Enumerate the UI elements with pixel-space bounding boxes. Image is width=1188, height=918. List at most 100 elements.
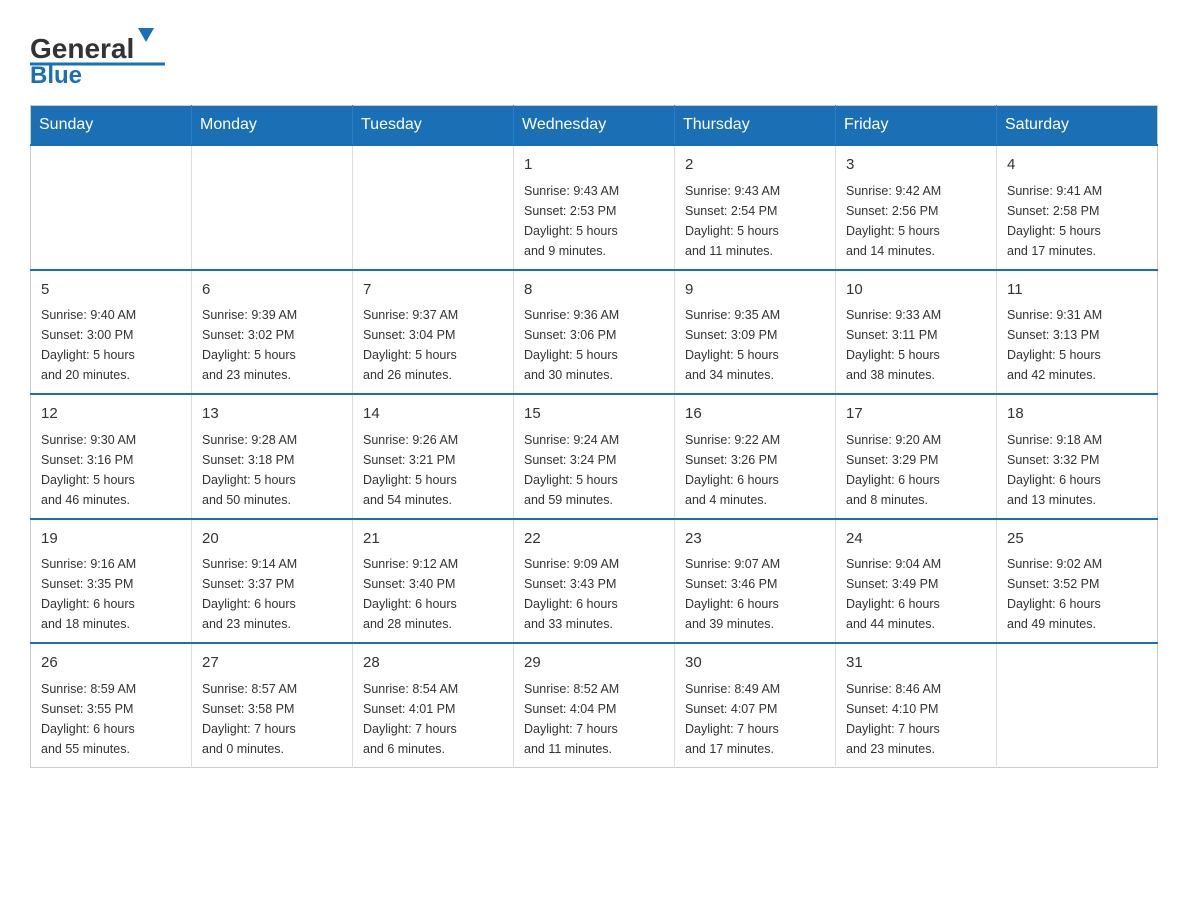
page-header: General Blue xyxy=(30,20,1158,85)
day-info: Sunrise: 9:43 AM Sunset: 2:53 PM Dayligh… xyxy=(524,181,664,261)
day-info: Sunrise: 8:49 AM Sunset: 4:07 PM Dayligh… xyxy=(685,679,825,759)
day-info: Sunrise: 8:57 AM Sunset: 3:58 PM Dayligh… xyxy=(202,679,342,759)
day-number: 16 xyxy=(685,403,825,426)
calendar-day-27: 27 Sunrise: 8:57 AM Sunset: 3:58 PM Dayli… xyxy=(192,643,353,767)
day-number: 5 xyxy=(41,279,181,302)
calendar-day-31: 31Sunrise: 8:46 AM Sunset: 4:10 PM Dayli… xyxy=(836,643,997,767)
calendar-day-13: 13 Sunrise: 9:28 AM Sunset: 3:18 PM Dayli… xyxy=(192,394,353,519)
calendar-day-11: 11 Sunrise: 9:31 AM Sunset: 3:13 PM Dayli… xyxy=(997,270,1158,395)
day-number: 27 xyxy=(202,652,342,675)
day-number: 11 xyxy=(1007,279,1147,302)
day-number: 24 xyxy=(846,528,986,551)
day-info: Sunrise: 9:36 AM Sunset: 3:06 PM Dayligh… xyxy=(524,305,664,385)
day-info: Sunrise: 9:09 AM Sunset: 3:43 PM Dayligh… xyxy=(524,554,664,634)
calendar-day-2: 2Sunrise: 9:43 AM Sunset: 2:54 PM Daylig… xyxy=(675,145,836,270)
calendar-week-row: 5Sunrise: 9:40 AM Sunset: 3:00 PM Daylig… xyxy=(31,270,1158,395)
calendar-day-18: 18 Sunrise: 9:18 AM Sunset: 3:32 PM Dayli… xyxy=(997,394,1158,519)
day-number: 6 xyxy=(202,279,342,302)
day-number: 20 xyxy=(202,528,342,551)
calendar-day-30: 30 Sunrise: 8:49 AM Sunset: 4:07 PM Dayli… xyxy=(675,643,836,767)
day-number: 30 xyxy=(685,652,825,675)
day-number: 15 xyxy=(524,403,664,426)
day-info: Sunrise: 9:26 AM Sunset: 3:21 PM Dayligh… xyxy=(363,430,503,510)
day-info: Sunrise: 9:31 AM Sunset: 3:13 PM Dayligh… xyxy=(1007,305,1147,385)
day-info: Sunrise: 8:52 AM Sunset: 4:04 PM Dayligh… xyxy=(524,679,664,759)
day-info: Sunrise: 9:20 AM Sunset: 3:29 PM Dayligh… xyxy=(846,430,986,510)
calendar-day-empty xyxy=(31,145,192,270)
calendar-day-15: 15 Sunrise: 9:24 AM Sunset: 3:24 PM Dayli… xyxy=(514,394,675,519)
svg-text:Blue: Blue xyxy=(30,62,82,85)
day-number: 4 xyxy=(1007,154,1147,177)
calendar-day-empty xyxy=(192,145,353,270)
weekday-header-tuesday: Tuesday xyxy=(353,106,514,146)
calendar-day-14: 14Sunrise: 9:26 AM Sunset: 3:21 PM Dayli… xyxy=(353,394,514,519)
day-number: 21 xyxy=(363,528,503,551)
day-number: 3 xyxy=(846,154,986,177)
day-info: Sunrise: 9:07 AM Sunset: 3:46 PM Dayligh… xyxy=(685,554,825,634)
svg-text:General: General xyxy=(30,33,134,64)
day-info: Sunrise: 9:43 AM Sunset: 2:54 PM Dayligh… xyxy=(685,181,825,261)
calendar-day-28: 28Sunrise: 8:54 AM Sunset: 4:01 PM Dayli… xyxy=(353,643,514,767)
day-info: Sunrise: 9:14 AM Sunset: 3:37 PM Dayligh… xyxy=(202,554,342,634)
day-number: 1 xyxy=(524,154,664,177)
day-info: Sunrise: 9:24 AM Sunset: 3:24 PM Dayligh… xyxy=(524,430,664,510)
calendar-day-7: 7 Sunrise: 9:37 AM Sunset: 3:04 PM Daylig… xyxy=(353,270,514,395)
day-info: Sunrise: 8:59 AM Sunset: 3:55 PM Dayligh… xyxy=(41,679,181,759)
day-info: Sunrise: 9:28 AM Sunset: 3:18 PM Dayligh… xyxy=(202,430,342,510)
weekday-header-saturday: Saturday xyxy=(997,106,1158,146)
calendar-day-26: 26 Sunrise: 8:59 AM Sunset: 3:55 PM Dayli… xyxy=(31,643,192,767)
day-info: Sunrise: 9:12 AM Sunset: 3:40 PM Dayligh… xyxy=(363,554,503,634)
day-number: 25 xyxy=(1007,528,1147,551)
day-number: 19 xyxy=(41,528,181,551)
calendar-body: 1 Sunrise: 9:43 AM Sunset: 2:53 PM Daylig… xyxy=(31,145,1158,767)
day-number: 7 xyxy=(363,279,503,302)
day-number: 26 xyxy=(41,652,181,675)
calendar-day-19: 19Sunrise: 9:16 AM Sunset: 3:35 PM Dayli… xyxy=(31,519,192,644)
logo: General Blue xyxy=(30,20,170,85)
day-number: 9 xyxy=(685,279,825,302)
day-number: 29 xyxy=(524,652,664,675)
calendar-table: SundayMondayTuesdayWednesdayThursdayFrid… xyxy=(30,105,1158,768)
day-info: Sunrise: 9:39 AM Sunset: 3:02 PM Dayligh… xyxy=(202,305,342,385)
calendar-day-23: 23 Sunrise: 9:07 AM Sunset: 3:46 PM Dayli… xyxy=(675,519,836,644)
day-number: 22 xyxy=(524,528,664,551)
calendar-day-9: 9Sunrise: 9:35 AM Sunset: 3:09 PM Daylig… xyxy=(675,270,836,395)
calendar-week-row: 1 Sunrise: 9:43 AM Sunset: 2:53 PM Daylig… xyxy=(31,145,1158,270)
calendar-day-20: 20 Sunrise: 9:14 AM Sunset: 3:37 PM Dayli… xyxy=(192,519,353,644)
calendar-day-1: 1 Sunrise: 9:43 AM Sunset: 2:53 PM Daylig… xyxy=(514,145,675,270)
calendar-day-21: 21 Sunrise: 9:12 AM Sunset: 3:40 PM Dayli… xyxy=(353,519,514,644)
weekday-header-monday: Monday xyxy=(192,106,353,146)
weekday-header-thursday: Thursday xyxy=(675,106,836,146)
day-info: Sunrise: 8:46 AM Sunset: 4:10 PM Dayligh… xyxy=(846,679,986,759)
day-number: 13 xyxy=(202,403,342,426)
calendar-day-24: 24 Sunrise: 9:04 AM Sunset: 3:49 PM Dayli… xyxy=(836,519,997,644)
calendar-week-row: 26 Sunrise: 8:59 AM Sunset: 3:55 PM Dayli… xyxy=(31,643,1158,767)
calendar-day-25: 25 Sunrise: 9:02 AM Sunset: 3:52 PM Dayli… xyxy=(997,519,1158,644)
day-number: 12 xyxy=(41,403,181,426)
day-number: 23 xyxy=(685,528,825,551)
weekday-header-row: SundayMondayTuesdayWednesdayThursdayFrid… xyxy=(31,106,1158,146)
calendar-day-17: 17Sunrise: 9:20 AM Sunset: 3:29 PM Dayli… xyxy=(836,394,997,519)
calendar-day-10: 10Sunrise: 9:33 AM Sunset: 3:11 PM Dayli… xyxy=(836,270,997,395)
day-number: 28 xyxy=(363,652,503,675)
calendar-day-empty xyxy=(353,145,514,270)
weekday-header-friday: Friday xyxy=(836,106,997,146)
weekday-header-sunday: Sunday xyxy=(31,106,192,146)
day-info: Sunrise: 9:04 AM Sunset: 3:49 PM Dayligh… xyxy=(846,554,986,634)
calendar-day-6: 6 Sunrise: 9:39 AM Sunset: 3:02 PM Daylig… xyxy=(192,270,353,395)
calendar-week-row: 19Sunrise: 9:16 AM Sunset: 3:35 PM Dayli… xyxy=(31,519,1158,644)
day-number: 18 xyxy=(1007,403,1147,426)
day-number: 8 xyxy=(524,279,664,302)
day-info: Sunrise: 9:30 AM Sunset: 3:16 PM Dayligh… xyxy=(41,430,181,510)
calendar-day-5: 5Sunrise: 9:40 AM Sunset: 3:00 PM Daylig… xyxy=(31,270,192,395)
calendar-week-row: 12 Sunrise: 9:30 AM Sunset: 3:16 PM Dayli… xyxy=(31,394,1158,519)
day-info: Sunrise: 9:18 AM Sunset: 3:32 PM Dayligh… xyxy=(1007,430,1147,510)
day-info: Sunrise: 9:02 AM Sunset: 3:52 PM Dayligh… xyxy=(1007,554,1147,634)
calendar-day-22: 22 Sunrise: 9:09 AM Sunset: 3:43 PM Dayli… xyxy=(514,519,675,644)
calendar-day-empty xyxy=(997,643,1158,767)
day-info: Sunrise: 9:37 AM Sunset: 3:04 PM Dayligh… xyxy=(363,305,503,385)
calendar-day-12: 12 Sunrise: 9:30 AM Sunset: 3:16 PM Dayli… xyxy=(31,394,192,519)
weekday-header-wednesday: Wednesday xyxy=(514,106,675,146)
calendar-day-3: 3Sunrise: 9:42 AM Sunset: 2:56 PM Daylig… xyxy=(836,145,997,270)
logo-svg: General Blue xyxy=(30,20,170,85)
